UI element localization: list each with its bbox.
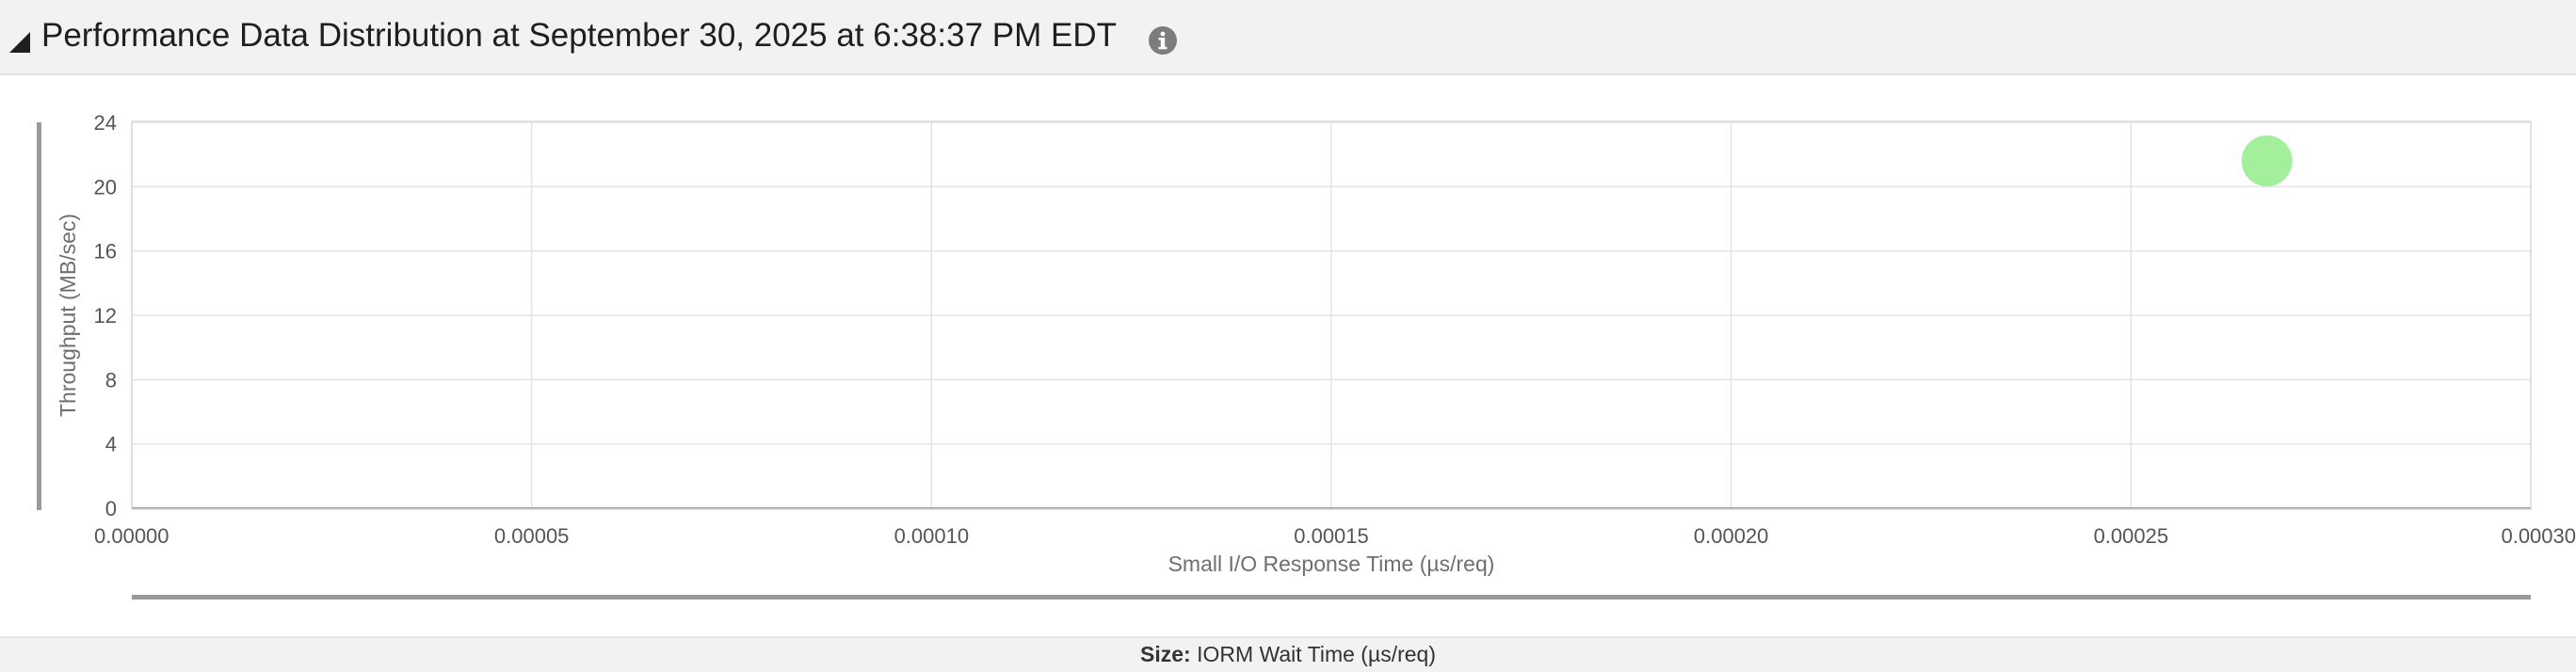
x-axis-ticks: 0.00000 0.00005 0.00010 0.00015 0.00020 0.000… bbox=[94, 524, 2576, 548]
collapse-triangle-icon[interactable] bbox=[9, 32, 30, 53]
size-legend-label: Size: bbox=[1140, 642, 1191, 666]
scatter-point[interactable] bbox=[2241, 136, 2293, 186]
y-tick-label: 24 bbox=[94, 111, 117, 135]
x-tick-label: 0.00000 bbox=[94, 524, 169, 548]
section-title: Performance Data Distribution at Septemb… bbox=[41, 17, 1117, 54]
size-legend-value: IORM Wait Time (µs/req) bbox=[1197, 642, 1436, 666]
data-points bbox=[2241, 136, 2293, 186]
x-tick-label: 0.00005 bbox=[494, 524, 570, 548]
y-tick-label: 12 bbox=[94, 304, 117, 328]
x-tick-label: 0.00010 bbox=[894, 524, 970, 548]
x-axis-label: Small I/O Response Time (µs/req) bbox=[1168, 552, 1495, 576]
x-range-selector[interactable] bbox=[132, 595, 2531, 600]
y-axis-ticks: 0 4 8 12 16 20 24 bbox=[94, 111, 117, 520]
scatter-chart: 0 4 8 12 16 20 24 0.00000 0.00005 0.00010 0.00015… bbox=[0, 75, 2576, 636]
y-range-selector[interactable] bbox=[37, 122, 41, 510]
x-tick-label: 0.00025 bbox=[2094, 524, 2169, 548]
grid-lines bbox=[131, 121, 2532, 509]
x-tick-label: 0.00030 bbox=[2501, 524, 2576, 548]
y-tick-label: 20 bbox=[94, 175, 117, 199]
y-tick-label: 0 bbox=[105, 497, 117, 520]
y-axis-label: Throughput (MB/sec) bbox=[56, 214, 80, 417]
y-tick-label: 16 bbox=[94, 240, 117, 264]
section-header: Performance Data Distribution at Septemb… bbox=[0, 0, 2576, 75]
x-tick-label: 0.00020 bbox=[1694, 524, 1769, 548]
x-tick-label: 0.00015 bbox=[1294, 524, 1369, 548]
y-tick-label: 4 bbox=[105, 433, 117, 456]
size-legend: Size: IORM Wait Time (µs/req) bbox=[0, 636, 2576, 672]
chart-svg: 0 4 8 12 16 20 24 0.00000 0.00005 0.00010 0.00015… bbox=[37, 111, 2576, 600]
info-icon[interactable] bbox=[1148, 25, 1178, 56]
y-tick-label: 8 bbox=[105, 368, 117, 392]
